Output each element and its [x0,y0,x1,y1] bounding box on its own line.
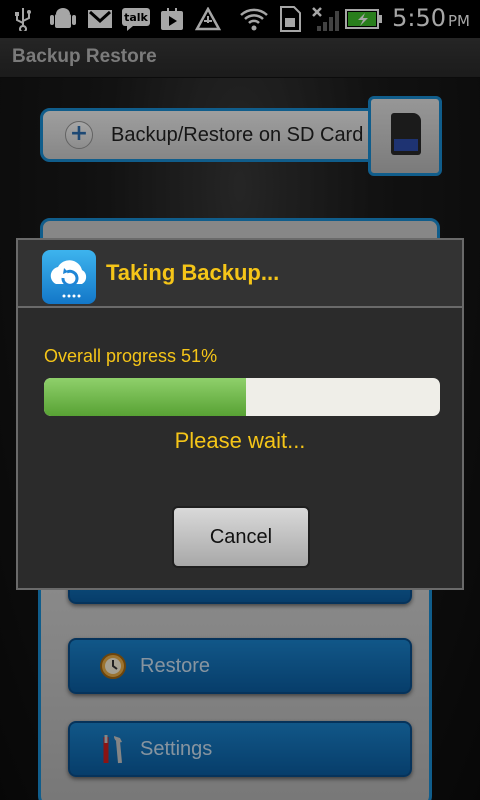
backup-progress-dialog: Taking Backup... Overall progress 51% Pl… [16,238,464,590]
dialog-title: Taking Backup... [106,260,280,285]
progress-bar-fill [44,378,246,416]
dialog-header: Taking Backup... [18,240,462,308]
wait-message: Please wait... [174,428,306,453]
backup-app-icon [42,250,96,304]
cancel-button[interactable]: Cancel [172,506,310,568]
progress-label: Overall progress 51% [44,346,218,366]
progress-bar [44,378,440,416]
